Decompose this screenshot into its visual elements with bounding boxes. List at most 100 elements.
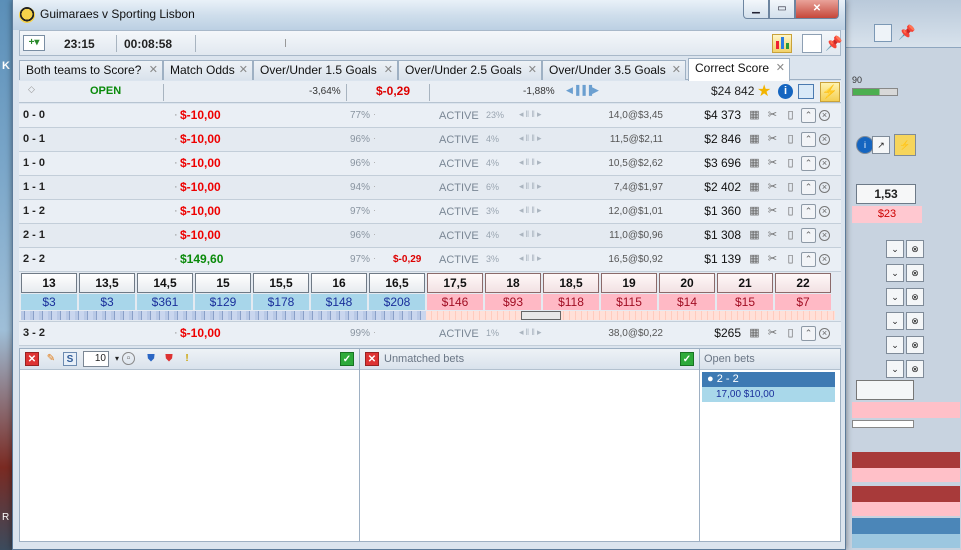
close-icon[interactable]: ✕ [239,61,248,79]
tools-icon[interactable]: ✂ [765,108,780,123]
chevron-up-icon[interactable]: ⌃ [801,252,816,267]
graph-icon[interactable] [798,84,814,99]
ladder-icon[interactable]: ▯ [783,228,798,243]
close-icon[interactable]: ✕ [672,61,681,79]
close-icon[interactable]: × [819,182,830,193]
chevron-down-icon[interactable]: ⌄ [886,240,904,258]
bolt-icon[interactable]: ⚡ [820,82,840,102]
back-odds-button[interactable]: 16 [311,273,367,293]
close-icon[interactable]: × [819,328,830,339]
close-icon[interactable]: ⊗ [906,336,924,354]
lay-amount[interactable]: $7 [775,294,831,310]
chart-icon[interactable]: ▦ [747,204,762,219]
chevron-down-icon[interactable]: ⌄ [886,288,904,306]
chevron-up-icon[interactable]: ⌃ [801,132,816,147]
lay-odds-button[interactable]: 18,5 [543,273,599,293]
close-icon[interactable]: ✕ [384,61,393,79]
cancel-unmatched-button[interactable]: ✕ [365,352,379,366]
chevron-up-icon[interactable]: ⌃ [801,108,816,123]
tab-correct-score[interactable]: Correct Score ✕ [688,58,790,81]
back-amount[interactable]: $3 [79,294,135,310]
clear-icon[interactable]: ▫ [122,352,135,365]
lay-price-cell[interactable]: 18,5 $118 [543,273,599,310]
mini-ladder-icon[interactable]: ◂ǁǁ▸ [519,133,543,144]
back-amount[interactable]: $178 [253,294,309,310]
chevron-up-icon[interactable]: ⌃ [801,326,816,341]
background-odds-button[interactable]: 1,53 [856,184,916,204]
chart-icon[interactable]: ▦ [747,108,762,123]
add-market-button[interactable]: +▾ [23,35,45,51]
close-icon[interactable]: ✕ [149,61,158,79]
lay-price-cell[interactable]: 22 $7 [775,273,831,310]
warning-icon[interactable]: ! [180,352,194,366]
ladder-icon[interactable]: ▯ [783,156,798,171]
shield-icon[interactable]: ⛊ [144,352,158,366]
back-price-cell[interactable]: 15 $129 [195,273,251,310]
tab-both-teams-to-score[interactable]: Both teams to Score? ✕ [19,60,163,80]
star-icon[interactable]: ★ [757,81,771,101]
chevron-down-icon[interactable]: ⌄ [886,312,904,330]
lay-odds-button[interactable]: 21 [717,273,773,293]
tools-icon[interactable]: ✂ [765,180,780,195]
mini-ladder-icon[interactable]: ◂ǁǁ▸ [519,229,543,240]
lay-price-cell[interactable]: 17,5 $146 [427,273,483,310]
ladder-scrollbar[interactable] [21,311,835,320]
window-icon[interactable] [802,34,822,53]
back-price-cell[interactable]: 13,5 $3 [79,273,135,310]
chevron-up-icon[interactable]: ⌃ [801,156,816,171]
bar-chart-icon[interactable] [772,34,792,53]
close-button[interactable]: ✕ [795,0,839,19]
info-icon[interactable]: i [778,84,793,99]
runner-row[interactable]: 0 - 0 · $-10,00 77% · ACTIVE 23% ◂ǁǁ▸ 14… [19,104,841,128]
chart-icon[interactable]: ▦ [747,228,762,243]
mini-ladder-icon[interactable]: ◂ǁǁ▸ [519,205,543,216]
close-icon[interactable]: ✕ [776,59,785,77]
lay-price-cell[interactable]: 18 $93 [485,273,541,310]
chart-icon[interactable]: ▦ [747,132,762,147]
tools-icon[interactable]: ✂ [765,326,780,341]
chevron-up-icon[interactable]: ⌃ [801,204,816,219]
close-icon[interactable]: × [819,254,830,265]
ladder-icon[interactable]: ▯ [783,132,798,147]
back-odds-button[interactable]: 15,5 [253,273,309,293]
close-icon[interactable]: ⊗ [906,264,924,282]
chart-icon[interactable]: ▦ [747,326,762,341]
chart-icon[interactable]: ▦ [747,180,762,195]
chevron-up-icon[interactable]: ⌃ [801,228,816,243]
runner-row[interactable]: 1 - 2 · $-10,00 97% · ACTIVE 3% ◂ǁǁ▸ 12,… [19,200,841,224]
tab-over-under-2-5[interactable]: Over/Under 2.5 Goals ✕ [398,60,542,80]
ladder-scroll-thumb[interactable] [521,311,561,320]
mini-ladder-icon[interactable]: ◂ǁǁ▸ [519,109,543,120]
close-icon[interactable]: ✕ [528,61,537,79]
pin-icon[interactable]: 📌 [824,34,844,53]
back-amount[interactable]: $208 [369,294,425,310]
runner-row[interactable]: 3 - 2 · $-10,00 99% · ACTIVE 1% ◂ǁǁ▸ 38,… [19,322,841,346]
confirm-unmatched-button[interactable]: ✓ [680,352,694,366]
stake-input[interactable]: 10 [83,351,109,367]
back-odds-button[interactable]: 13 [21,273,77,293]
title-bar[interactable]: Guimaraes v Sporting Lisbon ▁ ▭ ✕ [13,0,845,30]
runner-row[interactable]: 1 - 0 · $-10,00 96% · ACTIVE 4% ◂ǁǁ▸ 10,… [19,152,841,176]
close-icon[interactable]: × [819,134,830,145]
runner-row[interactable]: 2 - 2 · $149,60 97% · $-0,29 ACTIVE 3% ◂… [19,248,841,272]
ladder-icon[interactable]: ▯ [783,204,798,219]
mini-ladder-icon[interactable]: ◂ǁǁ▸ [519,157,543,168]
tab-over-under-3-5[interactable]: Over/Under 3.5 Goals ✕ [542,60,686,80]
ladder-icon[interactable]: ▯ [783,326,798,341]
chevron-down-icon[interactable]: ⌄ [886,336,904,354]
ladder-icon[interactable]: ▯ [783,108,798,123]
runner-row[interactable]: 2 - 1 · $-10,00 96% · ACTIVE 4% ◂ǁǁ▸ 11,… [19,224,841,248]
background-button[interactable] [856,380,914,400]
back-odds-button[interactable]: 13,5 [79,273,135,293]
pin-icon[interactable]: 📌 [898,24,916,42]
ladder-arrows-icon[interactable]: ◀▐▐▐▶ [566,85,599,96]
back-price-cell[interactable]: 15,5 $178 [253,273,309,310]
tools-icon[interactable]: ✂ [765,204,780,219]
back-amount[interactable]: $148 [311,294,367,310]
window-icon[interactable] [874,24,892,42]
confirm-button[interactable]: ✓ [340,352,354,366]
close-icon[interactable]: ⊗ [906,312,924,330]
back-amount[interactable]: $129 [195,294,251,310]
back-price-cell[interactable]: 13 $3 [21,273,77,310]
mini-ladder-icon[interactable]: ◂ǁǁ▸ [519,327,543,338]
